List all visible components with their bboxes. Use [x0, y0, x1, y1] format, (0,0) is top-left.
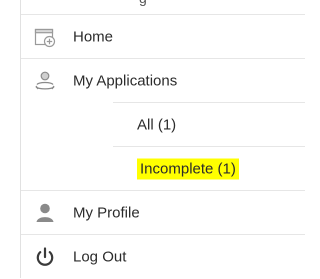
menu-item-home-label: Home	[73, 28, 114, 46]
menu-item-log-out[interactable]: Log Out	[21, 234, 305, 279]
profile-icon	[36, 203, 54, 222]
menu-item-log-out-label: Log Out	[73, 248, 127, 266]
submenu-item-all-label: All (1)	[137, 116, 177, 134]
menu-item-my-applications-label: My Applications	[73, 72, 178, 90]
top-clipped-text: g	[139, 0, 147, 6]
menu-item-my-profile-label: My Profile	[73, 204, 140, 222]
sidebar-menu: g Home My Applications All (1) Incomplet…	[20, 0, 305, 278]
menu-item-home[interactable]: Home	[21, 14, 305, 59]
submenu-item-incomplete-label: Incomplete (1)	[137, 158, 239, 180]
top-clipped-strip: g	[21, 0, 305, 14]
home-icon	[34, 28, 56, 48]
submenu-item-incomplete[interactable]: Incomplete (1)	[113, 146, 305, 191]
power-icon	[36, 247, 54, 266]
submenu-item-all[interactable]: All (1)	[113, 102, 305, 147]
menu-item-my-profile[interactable]: My Profile	[21, 190, 305, 235]
menu-item-my-applications[interactable]: My Applications	[21, 58, 305, 103]
applications-icon	[35, 71, 55, 90]
